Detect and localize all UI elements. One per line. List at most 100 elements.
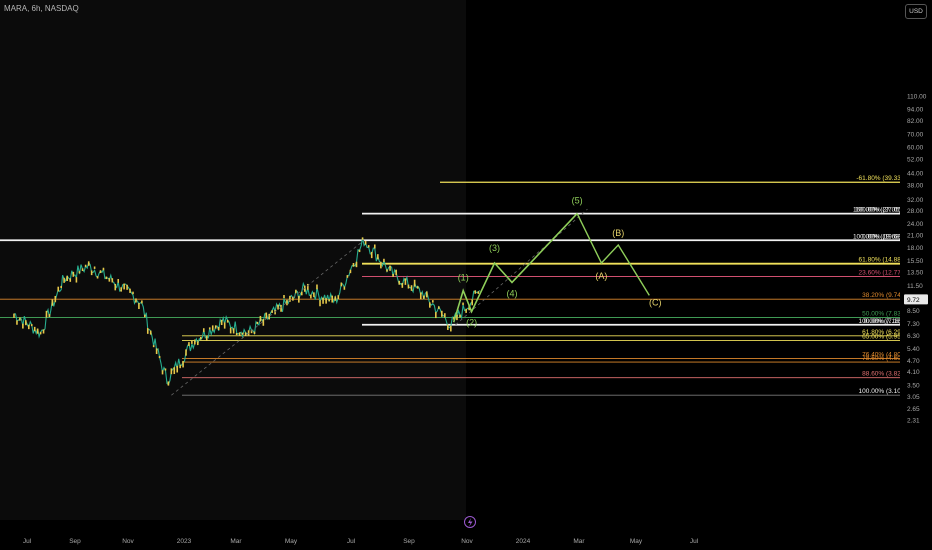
price-bar [346, 275, 349, 278]
wave-label: (2) [466, 318, 477, 328]
price-tick-label: 7.30 [907, 321, 920, 328]
price-chart[interactable]: -61.80% (39.33)100.00% (27.05)160.00% (2… [0, 0, 932, 550]
time-tick-label: Sep [403, 538, 415, 545]
price-bar [432, 300, 434, 303]
price-bar [99, 270, 102, 274]
price-bar [167, 381, 170, 386]
price-bar [401, 282, 404, 288]
time-tick-label: Jul [690, 538, 699, 545]
price-bar [395, 269, 397, 276]
price-bar [226, 319, 229, 323]
price-bar [152, 345, 155, 348]
price-bar [197, 341, 199, 346]
price-bar [410, 285, 413, 291]
price-bar [435, 312, 437, 319]
price-bar [105, 276, 108, 280]
time-tick-label: May [630, 538, 643, 545]
price-bar [111, 278, 114, 283]
price-bar [208, 327, 211, 330]
price-bar [179, 364, 181, 369]
price-bar [471, 299, 474, 306]
price-bar [93, 266, 96, 269]
time-tick-label: Nov [122, 538, 134, 545]
price-bar [60, 285, 62, 289]
price-tick-label: 28.00 [907, 208, 924, 215]
price-bar [13, 313, 15, 318]
price-bar [340, 282, 343, 287]
wave-label: (B) [612, 228, 624, 238]
price-bar [370, 251, 373, 259]
price-bar [262, 319, 265, 326]
current-price-label: 9.72 [907, 297, 920, 304]
price-bar [146, 328, 149, 334]
price-bar [280, 304, 282, 312]
price-tick-label: 32.00 [907, 197, 924, 204]
price-bar [247, 330, 250, 336]
price-tick-label: 24.00 [907, 221, 924, 228]
fib-label: 50.00% (7.83) [862, 311, 903, 318]
price-bar [286, 299, 288, 306]
price-bar [102, 267, 105, 271]
price-tick-label: 21.00 [907, 232, 924, 239]
price-bar [235, 333, 238, 336]
price-bar [45, 310, 48, 318]
price-bar [386, 269, 388, 272]
price-bar [217, 326, 220, 331]
price-bar [477, 291, 480, 294]
fib-label: 88.60% (3.82) [862, 371, 903, 378]
currency-button[interactable]: USD [905, 4, 927, 19]
price-bar [188, 342, 190, 347]
price-bar [39, 331, 42, 335]
price-tick-label: 3.50 [907, 382, 920, 389]
price-tick-label: 38.00 [907, 183, 924, 190]
price-bar [349, 269, 352, 274]
price-bar [138, 303, 140, 310]
price-bar [413, 279, 416, 287]
price-bar [238, 332, 241, 336]
price-tick-label: 8.50 [907, 308, 920, 315]
price-bar [176, 365, 179, 373]
price-bar [126, 284, 128, 290]
price-tick-label: 82.00 [907, 118, 924, 125]
time-tick-label: Mar [573, 538, 585, 545]
price-bar [214, 325, 217, 329]
price-axis[interactable]: 110.00 94.00 82.00 70.00 60.00 52.00 44.00 38.0… [900, 0, 932, 550]
price-bar [474, 290, 477, 294]
price-bar [232, 328, 235, 334]
price-bar [129, 288, 131, 293]
price-bar [191, 340, 193, 344]
price-bar [271, 310, 273, 313]
price-bar [164, 368, 167, 371]
price-bar [72, 271, 75, 277]
price-bar [355, 261, 358, 268]
price-tick-label: 2.31 [907, 417, 920, 424]
price-bar [108, 278, 111, 282]
price-bar [114, 283, 117, 291]
wave-label: (3) [489, 243, 500, 253]
fib-label: 65.00% (5.95) [862, 334, 903, 341]
price-bar [298, 295, 300, 303]
wave-label: (5) [572, 196, 583, 206]
time-tick-label: Nov [461, 538, 473, 545]
price-bar [42, 329, 45, 334]
price-bar [313, 292, 315, 298]
price-bar [364, 240, 367, 245]
price-bar [259, 315, 262, 322]
price-bar [19, 317, 21, 321]
price-bar [459, 314, 461, 318]
price-bar [132, 291, 134, 295]
price-bar [54, 295, 57, 303]
price-bar [120, 287, 122, 292]
price-tick-label: 5.40 [907, 346, 920, 353]
price-tick-label: 4.10 [907, 369, 920, 376]
price-tick-label: 52.00 [907, 156, 924, 163]
price-bar [447, 324, 449, 330]
price-bar [352, 263, 355, 267]
price-bar [202, 328, 205, 333]
price-tick-label: 44.00 [907, 170, 924, 177]
price-bar [358, 249, 361, 253]
price-bar [426, 291, 428, 298]
symbol-title: MARA, 6h, NASDAQ [4, 4, 79, 13]
price-bar [407, 284, 410, 289]
price-bar [220, 319, 223, 326]
